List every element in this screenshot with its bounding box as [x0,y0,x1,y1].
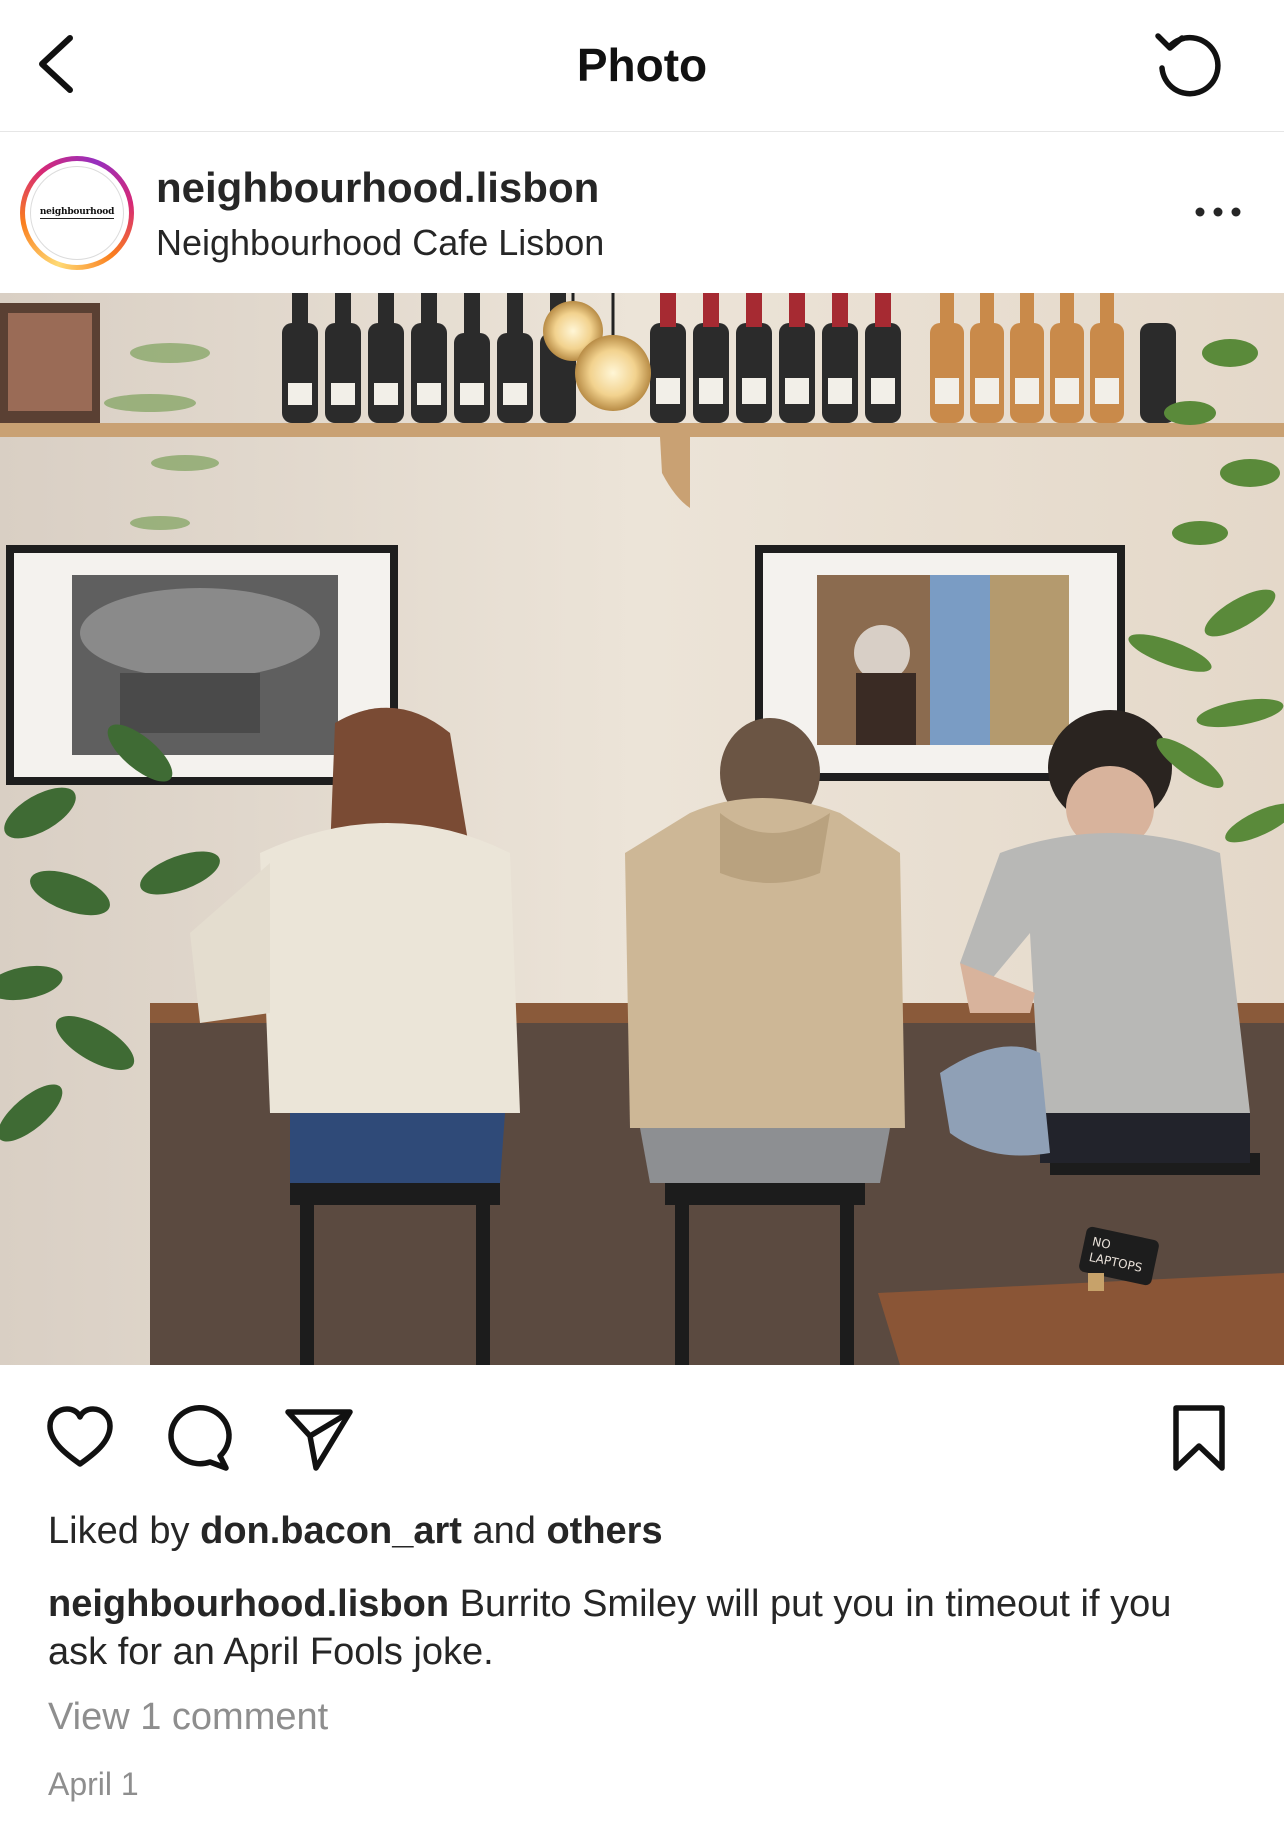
liked-by-others[interactable]: others [546,1510,662,1552]
like-button[interactable] [42,1400,118,1481]
post-location[interactable]: Neighbourhood Cafe Lisbon [156,222,604,264]
bookmark-icon [1173,1405,1225,1471]
top-nav-bar: Photo [0,0,1284,132]
send-icon [285,1409,353,1471]
comment-icon [168,1405,232,1471]
share-button[interactable] [280,1400,356,1481]
story-ring[interactable]: neighbourhood [20,156,134,270]
liked-by-user[interactable]: don.bacon_art [200,1510,462,1552]
post-date: April 1 [48,1766,139,1802]
caption-username[interactable]: neighbourhood.lisbon [48,1583,449,1625]
more-options-button[interactable] [1190,192,1250,232]
light-bulb [575,335,651,411]
post-username[interactable]: neighbourhood.lisbon [156,164,599,212]
avatar-logo-text: neighbourhood [39,207,115,219]
liked-by-prefix: Liked by [48,1510,190,1552]
cafe-scene-illustration: NO LAPTOPS [0,293,1284,1365]
view-comments-link[interactable]: View 1 comment [48,1696,328,1739]
liked-by-middle: and [472,1510,536,1552]
post-header: neighbourhood neighbourhood.lisbon Neigh… [0,134,1284,292]
wooden-shelf [0,423,1284,437]
post-photo[interactable]: NO LAPTOPS [0,293,1284,1365]
save-button[interactable] [1164,1400,1234,1481]
more-horizontal-icon [1195,207,1241,217]
comment-button[interactable] [160,1400,236,1481]
post-caption: neighbourhood.lisbon Burrito Smiley will… [48,1580,1238,1676]
refresh-button[interactable] [1148,24,1228,104]
page-title: Photo [576,39,708,91]
heart-icon [47,1406,113,1467]
post-actions [0,1400,1284,1480]
liked-by-line: Liked by don.bacon_art and others [48,1510,663,1553]
avatar: neighbourhood [30,166,124,260]
refresh-icon [1155,33,1221,97]
